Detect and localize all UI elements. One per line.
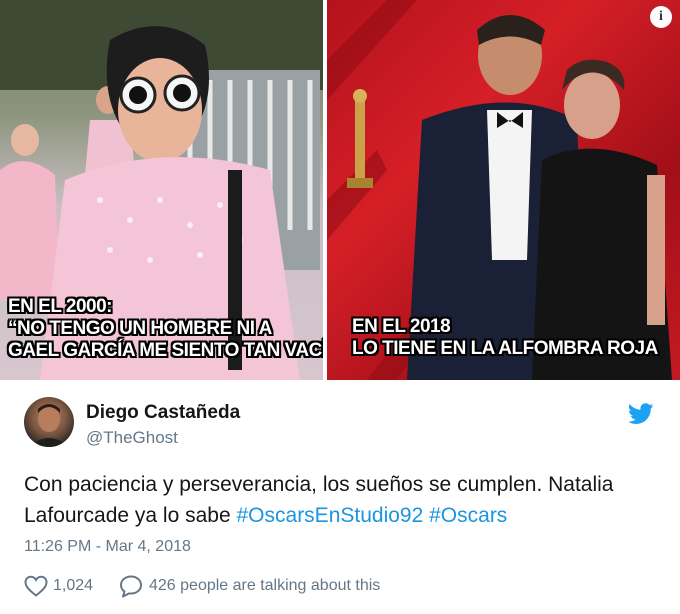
tweet-timestamp[interactable]: 11:26 PM - Mar 4, 2018	[24, 538, 191, 556]
heart-icon	[24, 575, 48, 597]
hashtag-link[interactable]: #OscarsEnStudio92	[237, 504, 424, 527]
author-handle[interactable]: @TheGhost	[86, 428, 178, 448]
info-icon[interactable]: i	[650, 6, 672, 28]
hashtag-link[interactable]: #Oscars	[429, 504, 507, 527]
tweet-text: Con paciencia y perseverancia, los sueño…	[24, 469, 664, 531]
left-caption-line: EN EL 2000:	[8, 296, 112, 317]
right-caption-line: EN EL 2018	[352, 316, 451, 337]
avatar[interactable]	[24, 397, 74, 447]
left-meme-caption: EN EL 2000: “NO TENGO UN HOMBRE NI A GAE…	[8, 296, 323, 362]
left-caption-line: GAEL GARCÍA ME SIENTO TAN VACÍA”	[8, 340, 323, 361]
twitter-bird-icon[interactable]	[628, 403, 654, 425]
tweet-media-image[interactable]: EN EL 2000: “NO TENGO UN HOMBRE NI A GAE…	[0, 0, 680, 380]
meme-left-panel: EN EL 2000: “NO TENGO UN HOMBRE NI A GAE…	[0, 0, 323, 380]
like-count: 1,024	[53, 577, 94, 594]
conversation-text: 426 people are talking about this	[149, 577, 381, 594]
tweet-actions: 1,024 426 people are talking about this	[24, 573, 664, 599]
conversation-button[interactable]: 426 people are talking about this	[118, 573, 380, 599]
tweet-card: EN EL 2000: “NO TENGO UN HOMBRE NI A GAE…	[0, 0, 680, 614]
right-caption-line: LO TIENE EN LA ALFOMBRA ROJA	[352, 338, 658, 359]
speech-bubble-icon	[120, 575, 142, 598]
like-button[interactable]: 1,024	[24, 573, 93, 599]
author-name[interactable]: Diego Castañeda	[86, 402, 240, 424]
tweet-author: Diego Castañeda @TheGhost	[24, 397, 664, 449]
meme-right-panel: EN EL 2018 LO TIENE EN LA ALFOMBRA ROJA	[327, 0, 680, 380]
avatar-photo-illustration	[29, 404, 69, 447]
right-meme-caption: EN EL 2018 LO TIENE EN LA ALFOMBRA ROJA	[352, 316, 672, 360]
left-caption-line: “NO TENGO UN HOMBRE NI A	[8, 318, 272, 339]
